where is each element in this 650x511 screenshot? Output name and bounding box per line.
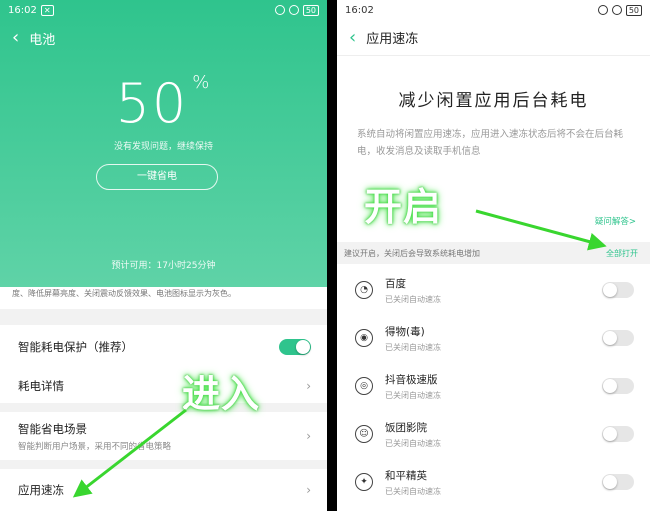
freeze-description: 系统自动将闲置应用速冻，应用进入速冻状态后将不会在后台耗电，收发消息及读取手机信… <box>357 129 624 157</box>
notification-icon: ✕ <box>40 4 54 16</box>
status-time: 16:02 <box>345 4 374 16</box>
app-freeze-row[interactable]: 应用速冻 › <box>0 469 327 511</box>
row-label: 应用速冻 <box>18 483 64 497</box>
app-row[interactable]: ◎ 抖音极速版 已关闭自动速冻 <box>337 362 650 410</box>
app-name: 和平精英 <box>385 469 427 482</box>
app-freeze-toggle[interactable] <box>602 426 634 442</box>
app-name: 抖音极速版 <box>385 373 438 386</box>
battery-percent-value: 50 <box>115 72 189 135</box>
app-status: 已关闭自动速冻 <box>385 342 441 352</box>
row-label: 智能耗电保护（推荐） <box>18 340 133 354</box>
battery-hint: 没有发现问题，继续保持 <box>113 142 213 152</box>
suggestion-text: 建议开启，关闭后会导致系统耗电增加 <box>344 248 480 258</box>
app-status: 已关闭自动速冻 <box>385 438 441 448</box>
title-bar: ‹ 应用速冻 <box>337 20 650 56</box>
alarm-icon <box>288 5 299 15</box>
annotation-open: 开启 <box>364 185 443 229</box>
app-freeze-toggle[interactable] <box>602 378 634 394</box>
app-freeze-toggle[interactable] <box>602 474 634 490</box>
chevron-right-icon: › <box>306 483 311 497</box>
app-freeze-screen: 16:02 50 ‹ 应用速冻 减少闲置应用后台耗电 系统自动将闲置应用速冻，应… <box>337 0 650 511</box>
douyin-icon: ◎ <box>355 377 373 395</box>
app-name: 得物(毒) <box>385 325 425 338</box>
app-name: 饭团影院 <box>385 421 427 434</box>
row-sublabel: 智能判断用户场景，采用不同的省电策略 <box>18 441 172 452</box>
row-label: 耗电详情 <box>18 379 64 393</box>
app-status: 已关闭自动速冻 <box>385 294 441 304</box>
battery-icon: 50 <box>625 4 642 16</box>
baidu-icon: ◔ <box>355 281 373 299</box>
row-label: 智能省电场景 <box>18 421 87 436</box>
battery-screen: 16:02 ✕ 50 ‹ 电池 50% 没有发现问题，继续保持 一键省电 预计可… <box>0 0 327 511</box>
battery-header: 16:02 ✕ 50 ‹ 电池 50% 没有发现问题，继续保持 一键省电 预计可… <box>0 0 327 287</box>
suggestion-bar: 建议开启，关闭后会导致系统耗电增加 全部打开 <box>337 242 650 264</box>
app-row[interactable]: ✦ 和平精英 已关闭自动速冻 <box>337 458 650 506</box>
fantuan-icon: ☺ <box>355 425 373 443</box>
status-bar: 16:02 50 <box>337 0 650 20</box>
power-details-row[interactable]: 耗电详情 › <box>0 369 327 403</box>
page-title: 应用速冻 <box>366 32 419 47</box>
estimate-time: 预计可用：17小时25分钟 <box>111 261 216 271</box>
page-title: 电池 <box>29 32 56 48</box>
app-row[interactable]: ◉ 得物(毒) 已关闭自动速冻 <box>337 314 650 362</box>
app-row[interactable]: ◔ 百度 已关闭自动速冻 <box>337 266 650 314</box>
battery-icon: 50 <box>302 4 319 16</box>
open-all-button[interactable]: 全部打开 <box>606 248 638 259</box>
one-key-save-button[interactable]: 一键省电 <box>96 164 218 190</box>
app-name: 百度 <box>385 277 406 290</box>
back-icon[interactable]: ‹ <box>349 28 356 47</box>
smart-protect-row[interactable]: 智能耗电保护（推荐） <box>0 325 327 369</box>
app-row[interactable]: ☺ 饭团影院 已关闭自动速冻 <box>337 410 650 458</box>
power-save-description: 度、降低屏幕亮度、关闭震动反馈效果、电池图标显示为灰色。 <box>0 287 327 309</box>
chevron-right-icon: › <box>306 379 311 393</box>
app-freeze-toggle[interactable] <box>602 282 634 298</box>
app-freeze-toggle[interactable] <box>602 330 634 346</box>
chevron-right-icon: › <box>306 429 311 443</box>
back-icon[interactable]: ‹ <box>12 29 19 47</box>
vibrate-icon <box>597 5 608 15</box>
battery-percent: 50% <box>0 72 327 135</box>
smart-protect-toggle[interactable] <box>279 339 311 355</box>
smart-scene-row[interactable]: 智能省电场景 智能判断用户场景，采用不同的省电策略 › <box>0 412 327 460</box>
dewu-icon: ◉ <box>355 329 373 347</box>
app-status: 已关闭自动速冻 <box>385 390 441 400</box>
percent-sign: % <box>192 72 212 93</box>
alarm-icon <box>611 5 622 15</box>
game-icon: ✦ <box>355 473 373 491</box>
annotation-enter: 进入 <box>182 372 261 416</box>
headline: 减少闲置应用后台耗电 <box>398 91 589 111</box>
title-bar: ‹ 电池 <box>0 20 327 56</box>
app-status: 已关闭自动速冻 <box>385 486 441 496</box>
status-time: 16:02 <box>8 4 37 16</box>
status-bar: 16:02 ✕ 50 <box>0 0 327 20</box>
faq-link[interactable]: 疑问解答> <box>595 215 636 227</box>
vibrate-icon <box>274 5 285 15</box>
